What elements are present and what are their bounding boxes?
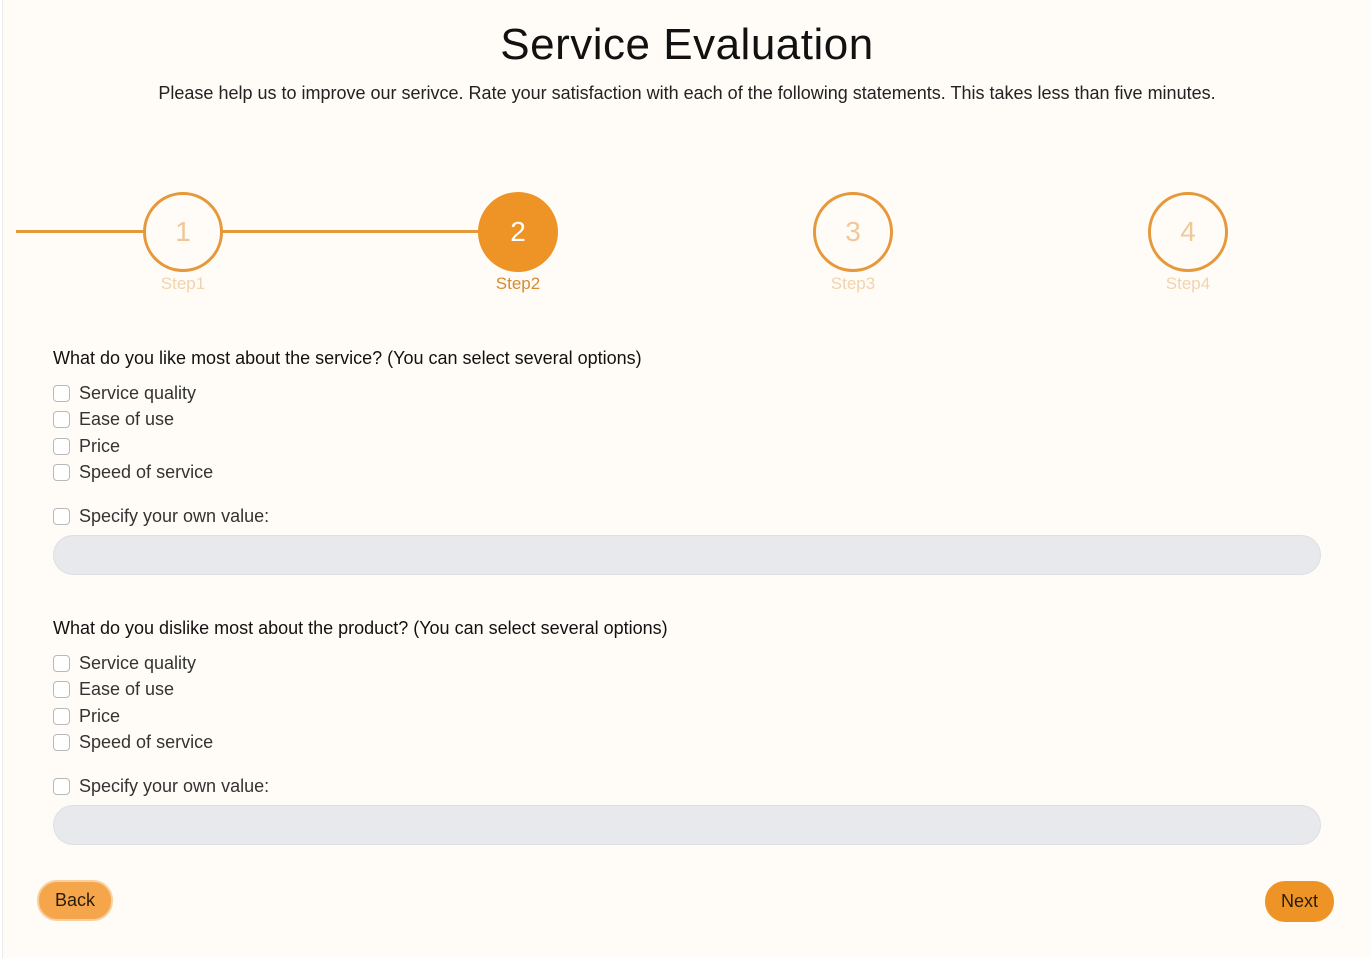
options-list: Service quality Ease of use Price Speed … [53, 380, 1323, 530]
option-label: Price [79, 435, 121, 456]
stepper-track-completed [222, 230, 484, 233]
next-button[interactable]: Next [1265, 881, 1334, 922]
checkbox[interactable] [53, 411, 70, 429]
step-1-label: Step1 [160, 274, 206, 293]
option-label: Speed of service [79, 462, 214, 483]
step-2[interactable]: 2 Step2 [478, 192, 558, 294]
step-1-circle: 1 [143, 192, 223, 272]
checkbox[interactable] [53, 777, 70, 795]
option-label: Specify your own value: [79, 775, 270, 796]
step-3-circle: 3 [813, 192, 893, 272]
option-own-value[interactable]: Specify your own value: [53, 503, 1323, 530]
option-ease-of-use[interactable]: Ease of use [53, 677, 1323, 704]
step-3[interactable]: 3 Step3 [813, 192, 893, 294]
question-dislikes: What do you dislike most about the produ… [53, 618, 1323, 845]
checkbox[interactable] [53, 384, 70, 402]
progress-stepper: 1 Step1 2 Step2 3 Step3 4 Step4 [3, 190, 1371, 300]
survey-page: Service Evaluation Please help us to imp… [2, 0, 1370, 958]
checkbox[interactable] [53, 507, 70, 525]
option-speed-of-service[interactable]: Speed of service [53, 730, 1323, 757]
checkbox[interactable] [53, 734, 70, 752]
checkbox[interactable] [53, 437, 70, 455]
option-label: Service quality [79, 652, 197, 673]
page-subtitle: Please help us to improve our serivce. R… [158, 83, 1216, 103]
option-ease-of-use[interactable]: Ease of use [53, 407, 1323, 434]
step-4-circle: 4 [1148, 192, 1228, 272]
question-title: What do you like most about the service?… [53, 348, 642, 368]
own-value-input[interactable] [53, 534, 1321, 575]
step-4-label: Step4 [1165, 274, 1211, 293]
option-label: Ease of use [79, 679, 175, 700]
step-4[interactable]: 4 Step4 [1148, 192, 1228, 294]
back-button[interactable]: Back [37, 880, 113, 921]
page-title: Service Evaluation [500, 20, 874, 69]
checkbox[interactable] [53, 707, 70, 725]
checkbox[interactable] [53, 654, 70, 672]
step-3-label: Step3 [830, 274, 876, 293]
option-label: Price [79, 705, 121, 726]
step-2-circle: 2 [478, 192, 558, 272]
option-price[interactable]: Price [53, 703, 1323, 730]
checkbox[interactable] [53, 681, 70, 699]
option-own-value[interactable]: Specify your own value: [53, 773, 1323, 800]
option-label: Speed of service [79, 732, 214, 753]
option-label: Specify your own value: [79, 505, 270, 526]
checkbox[interactable] [53, 464, 70, 482]
option-service-quality[interactable]: Service quality [53, 650, 1323, 677]
option-price[interactable]: Price [53, 433, 1323, 460]
own-value-input[interactable] [53, 804, 1321, 845]
question-title: What do you dislike most about the produ… [53, 618, 668, 638]
question-likes: What do you like most about the service?… [53, 348, 1323, 575]
options-list: Service quality Ease of use Price Speed … [53, 650, 1323, 800]
stepper-track-completed [16, 230, 148, 233]
option-label: Ease of use [79, 409, 175, 430]
step-1[interactable]: 1 Step1 [143, 192, 223, 294]
option-speed-of-service[interactable]: Speed of service [53, 460, 1323, 487]
option-label: Service quality [79, 382, 197, 403]
option-service-quality[interactable]: Service quality [53, 380, 1323, 407]
step-2-label: Step2 [495, 274, 541, 293]
